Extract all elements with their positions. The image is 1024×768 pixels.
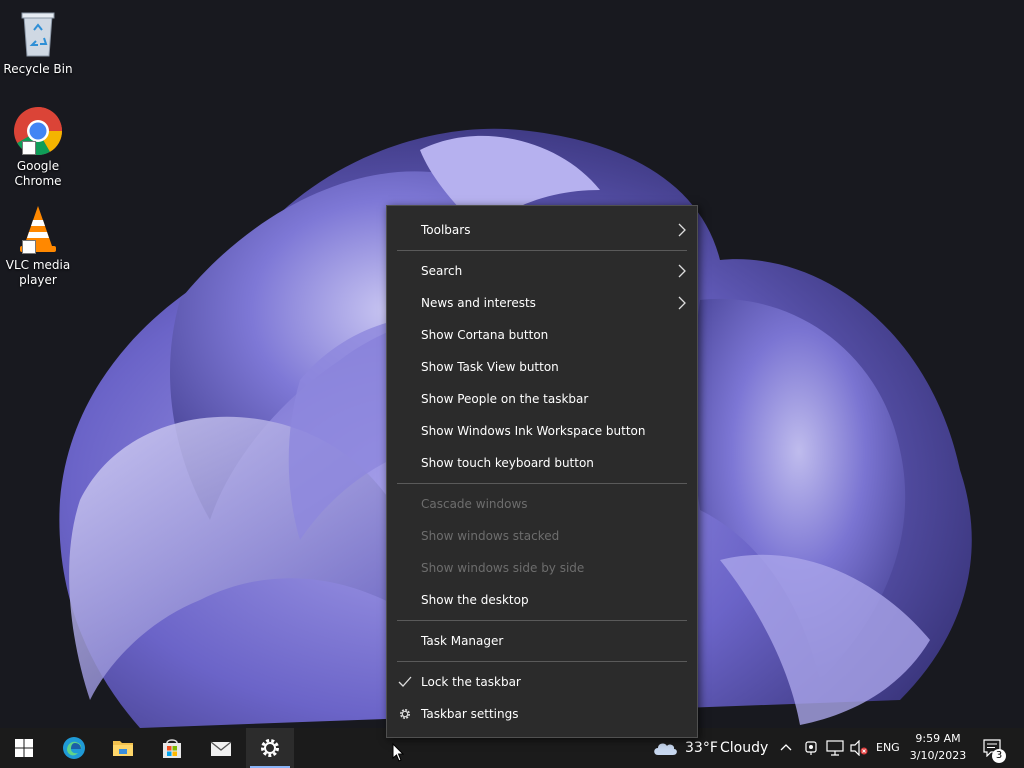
clock-date: 3/10/2023 bbox=[909, 749, 967, 762]
menu-item-show-people[interactable]: Show People on the taskbar bbox=[387, 384, 697, 414]
shortcut-arrow-icon bbox=[22, 141, 36, 155]
chrome-icon bbox=[12, 105, 64, 157]
menu-item-lock-taskbar[interactable]: Lock the taskbar bbox=[387, 667, 697, 697]
start-button[interactable] bbox=[0, 728, 48, 768]
weather-temperature: 33°F bbox=[685, 740, 718, 756]
settings-icon bbox=[261, 739, 279, 757]
menu-item-show-side-by-side: Show windows side by side bbox=[421, 561, 585, 575]
menu-separator bbox=[397, 483, 687, 484]
cloud-icon bbox=[654, 743, 677, 755]
chevron-right-icon bbox=[678, 223, 686, 237]
menu-item-show-desktop[interactable]: Show the desktop bbox=[387, 585, 697, 615]
menu-item-news-and-interests[interactable]: News and interests bbox=[387, 288, 697, 318]
desktop-icon-label: VLC media player bbox=[5, 258, 71, 287]
desktop-icon-vlc[interactable]: VLC media player bbox=[2, 204, 74, 288]
desktop-icon-label: Recycle Bin bbox=[3, 62, 73, 76]
file-explorer-icon bbox=[113, 741, 133, 756]
weather-condition: Cloudy bbox=[720, 740, 769, 756]
desktop-icon-label: Google Chrome bbox=[14, 159, 62, 188]
menu-item-taskbar-settings[interactable]: Taskbar settings bbox=[387, 699, 697, 729]
menu-item-show-touch-keyboard[interactable]: Show touch keyboard button bbox=[387, 448, 697, 478]
menu-item-show-stacked: Show windows stacked bbox=[421, 529, 560, 543]
menu-item-cascade-windows: Cascade windows bbox=[421, 497, 528, 511]
taskbar-edge[interactable] bbox=[50, 728, 98, 768]
taskbar-mail[interactable] bbox=[197, 728, 245, 768]
chevron-right-icon bbox=[678, 264, 686, 278]
checkmark-icon bbox=[398, 676, 412, 687]
taskbar-settings[interactable] bbox=[246, 728, 294, 768]
meet-now-icon[interactable] bbox=[804, 740, 818, 756]
gear-icon bbox=[400, 709, 410, 719]
menu-item-show-task-view[interactable]: Show Task View button bbox=[387, 352, 697, 382]
input-language[interactable]: ENG bbox=[876, 741, 900, 754]
menu-item-search[interactable]: Search bbox=[387, 256, 697, 286]
menu-separator bbox=[397, 661, 687, 662]
mouse-cursor-icon bbox=[392, 743, 404, 762]
menu-item-task-manager[interactable]: Task Manager bbox=[387, 626, 697, 656]
desktop-icon-recycle-bin[interactable]: Recycle Bin bbox=[2, 8, 74, 77]
menu-separator bbox=[397, 250, 687, 251]
action-center-button[interactable]: 3 bbox=[978, 728, 1018, 768]
clock[interactable]: 9:59 AM 3/10/2023 bbox=[906, 728, 970, 768]
clock-time: 9:59 AM bbox=[915, 732, 961, 745]
volume-muted-icon[interactable] bbox=[850, 740, 868, 756]
notification-badge: 3 bbox=[992, 749, 1006, 763]
network-icon[interactable] bbox=[826, 740, 844, 756]
shortcut-arrow-icon bbox=[22, 240, 36, 254]
vlc-icon bbox=[12, 204, 64, 256]
mail-icon bbox=[210, 741, 232, 756]
menu-item-toolbars[interactable]: Toolbars bbox=[387, 215, 697, 245]
taskbar-context-menu: Toolbars Search News and interests Show … bbox=[386, 205, 698, 738]
menu-item-show-ink-workspace[interactable]: Show Windows Ink Workspace button bbox=[387, 416, 697, 446]
start-icon bbox=[15, 739, 33, 757]
menu-separator bbox=[397, 620, 687, 621]
taskbar-file-explorer[interactable] bbox=[99, 728, 147, 768]
menu-item-show-cortana[interactable]: Show Cortana button bbox=[387, 320, 697, 350]
chevron-up-icon[interactable] bbox=[780, 742, 792, 752]
edge-icon bbox=[63, 737, 85, 759]
desktop-icon-chrome[interactable]: Google Chrome bbox=[2, 105, 74, 189]
recycle-bin-icon bbox=[12, 8, 64, 60]
chevron-right-icon bbox=[678, 296, 686, 310]
taskbar-store[interactable] bbox=[148, 728, 196, 768]
store-icon bbox=[163, 739, 181, 758]
